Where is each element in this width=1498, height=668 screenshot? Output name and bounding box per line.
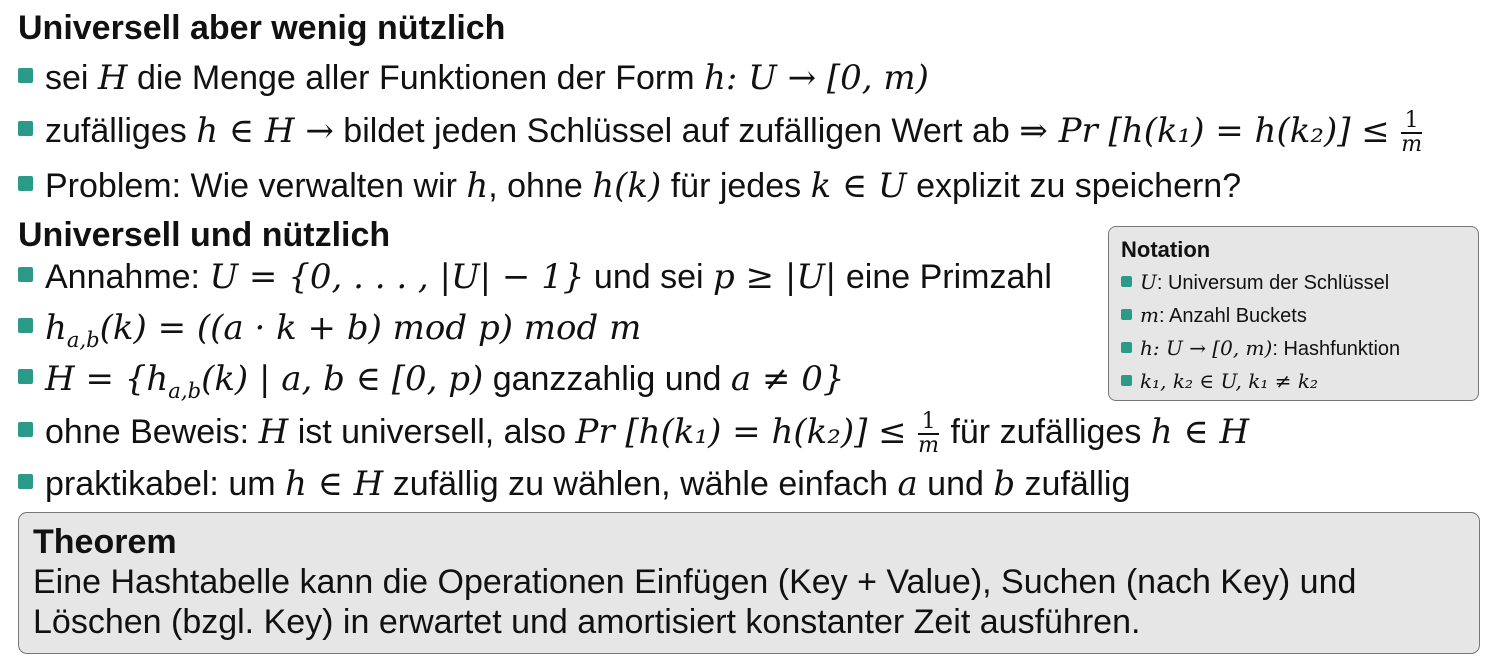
bullet-icon [18,369,33,384]
math-subscript: a,b [66,326,100,352]
item-text: Annahme: [45,258,210,296]
math-expression: b [993,464,1016,504]
notation-text: : Anzahl Buckets [1158,305,1307,327]
math-subscript: a,b [168,377,202,403]
notation-item: U: Universum der Schlüssel [1121,266,1466,299]
item-text: zufällig zu wählen, wähle einfach [383,465,898,503]
math-expression: (k) | a, b ∈ [0, p) [201,359,484,399]
item-text: und sei [584,258,714,296]
item-text: , ohne [488,167,593,205]
math-expression: a [897,464,918,504]
bullet-icon [1121,342,1132,353]
item-text: für zufälliges [941,413,1151,451]
theorem-title: Theorem [33,523,177,561]
math-expression: h: U → [0, m) [703,58,929,98]
fraction-denominator: m [918,433,939,459]
bullet-icon [18,318,33,333]
math-expression: h: U → [0, m) [1140,336,1273,360]
list-item: sei H die Menge aller Funktionen der For… [18,57,929,99]
item-text: sei [45,59,98,97]
bullet-icon [18,422,33,437]
math-expression: (k) = ((a · k + b) mod p) mod m [99,308,642,348]
math-expression: h ∈ H [1150,412,1250,452]
list-item: zufälliges h ∈ H → bildet jeden Schlüsse… [18,110,1424,156]
math-expression: a ≠ 0} [730,359,845,399]
theorem-line: Eine Hashtabelle kann die Operationen Ei… [33,563,1357,601]
math-expression: h [466,166,489,206]
fraction: 1m [918,411,939,457]
notation-text: : Hashfunktion [1272,338,1401,360]
item-text: ganzzahlig und [483,360,731,398]
item-text: bildet jeden Schlüssel auf zufälligen We… [333,112,1020,150]
list-item: ohne Beweis: H ist universell, also Pr [… [18,411,1249,457]
notation-box: Notation U: Universum der Schlüssel m: A… [1108,226,1479,401]
math-expression: H [258,412,289,452]
math-expression: Pr [h(k₁) = h(k₂)] ≤ [575,412,907,452]
math-expression: h [45,308,67,348]
theorem-line: Löschen (bzgl. Key) in erwartet und amor… [33,603,1141,641]
item-text: ist universell, also [288,413,576,451]
item-text: Problem: Wie verwalten wir [45,167,467,205]
item-text: ohne Beweis: [45,413,259,451]
item-text: eine Primzahl [836,258,1052,296]
bullet-icon [18,474,33,489]
bullet-icon [18,176,33,191]
math-expression: k₁, k₂ ∈ U, k₁ ≠ k₂ [1140,369,1318,393]
item-text: zufälliges [45,112,197,150]
math-expression: m [1140,303,1159,327]
fraction-numerator: 1 [1401,110,1423,135]
bullet-icon [1121,276,1132,287]
bullet-icon [1121,375,1132,386]
list-item: Annahme: U = {0, . . . , |U| − 1} und se… [18,256,1052,298]
math-expression: H = {h [45,359,169,399]
math-expression: H [97,58,128,98]
bullet-icon [1121,309,1132,320]
notation-item: k₁, k₂ ∈ U, k₁ ≠ k₂ [1121,365,1466,398]
item-text: und [917,465,994,503]
math-expression: k ∈ U [810,166,907,206]
fraction: 1m [1401,110,1423,158]
fraction-denominator: m [1401,132,1423,158]
math-expression: h ∈ H [285,464,384,504]
math-expression: h(k) [592,166,662,206]
bullet-icon [18,68,33,83]
item-text: zufällig [1015,465,1131,503]
section-heading-universal-not-useful: Universell aber wenig nützlich [18,9,506,47]
notation-item: m: Anzahl Buckets [1121,299,1466,332]
list-item: praktikabel: um h ∈ H zufällig zu wählen… [18,463,1130,505]
item-text: die Menge aller Funktionen der Form [127,59,704,97]
item-text: für jedes [661,167,811,205]
list-item: ha,b(k) = ((a · k + b) mod p) mod m [18,307,641,361]
math-expression: p ≥ |U| [713,257,837,297]
bullet-icon [18,121,33,136]
bullet-icon [18,267,33,282]
notation-item: h: U → [0, m): Hashfunktion [1121,332,1466,365]
math-expression: h ∈ H → [196,111,334,151]
list-item: Problem: Wie verwalten wir h, ohne h(k) … [18,165,1241,207]
theorem-box: Theorem Eine Hashtabelle kann die Operat… [18,512,1480,654]
math-expression: ⇒ Pr [h(k₁) = h(k₂)] ≤ [1019,111,1390,151]
fraction-numerator: 1 [918,411,939,436]
math-expression: U = {0, . . . , |U| − 1} [209,257,585,297]
item-text: praktikabel: um [45,465,285,503]
section-heading-universal-useful: Universell und nützlich [18,216,391,254]
list-item: H = {ha,b(k) | a, b ∈ [0, p) ganzzahlig … [18,358,845,412]
item-text: explizit zu speichern? [906,167,1242,205]
notation-title: Notation [1121,237,1211,262]
notation-text: : Universum der Schlüssel [1156,272,1390,294]
math-expression: U [1140,270,1157,294]
